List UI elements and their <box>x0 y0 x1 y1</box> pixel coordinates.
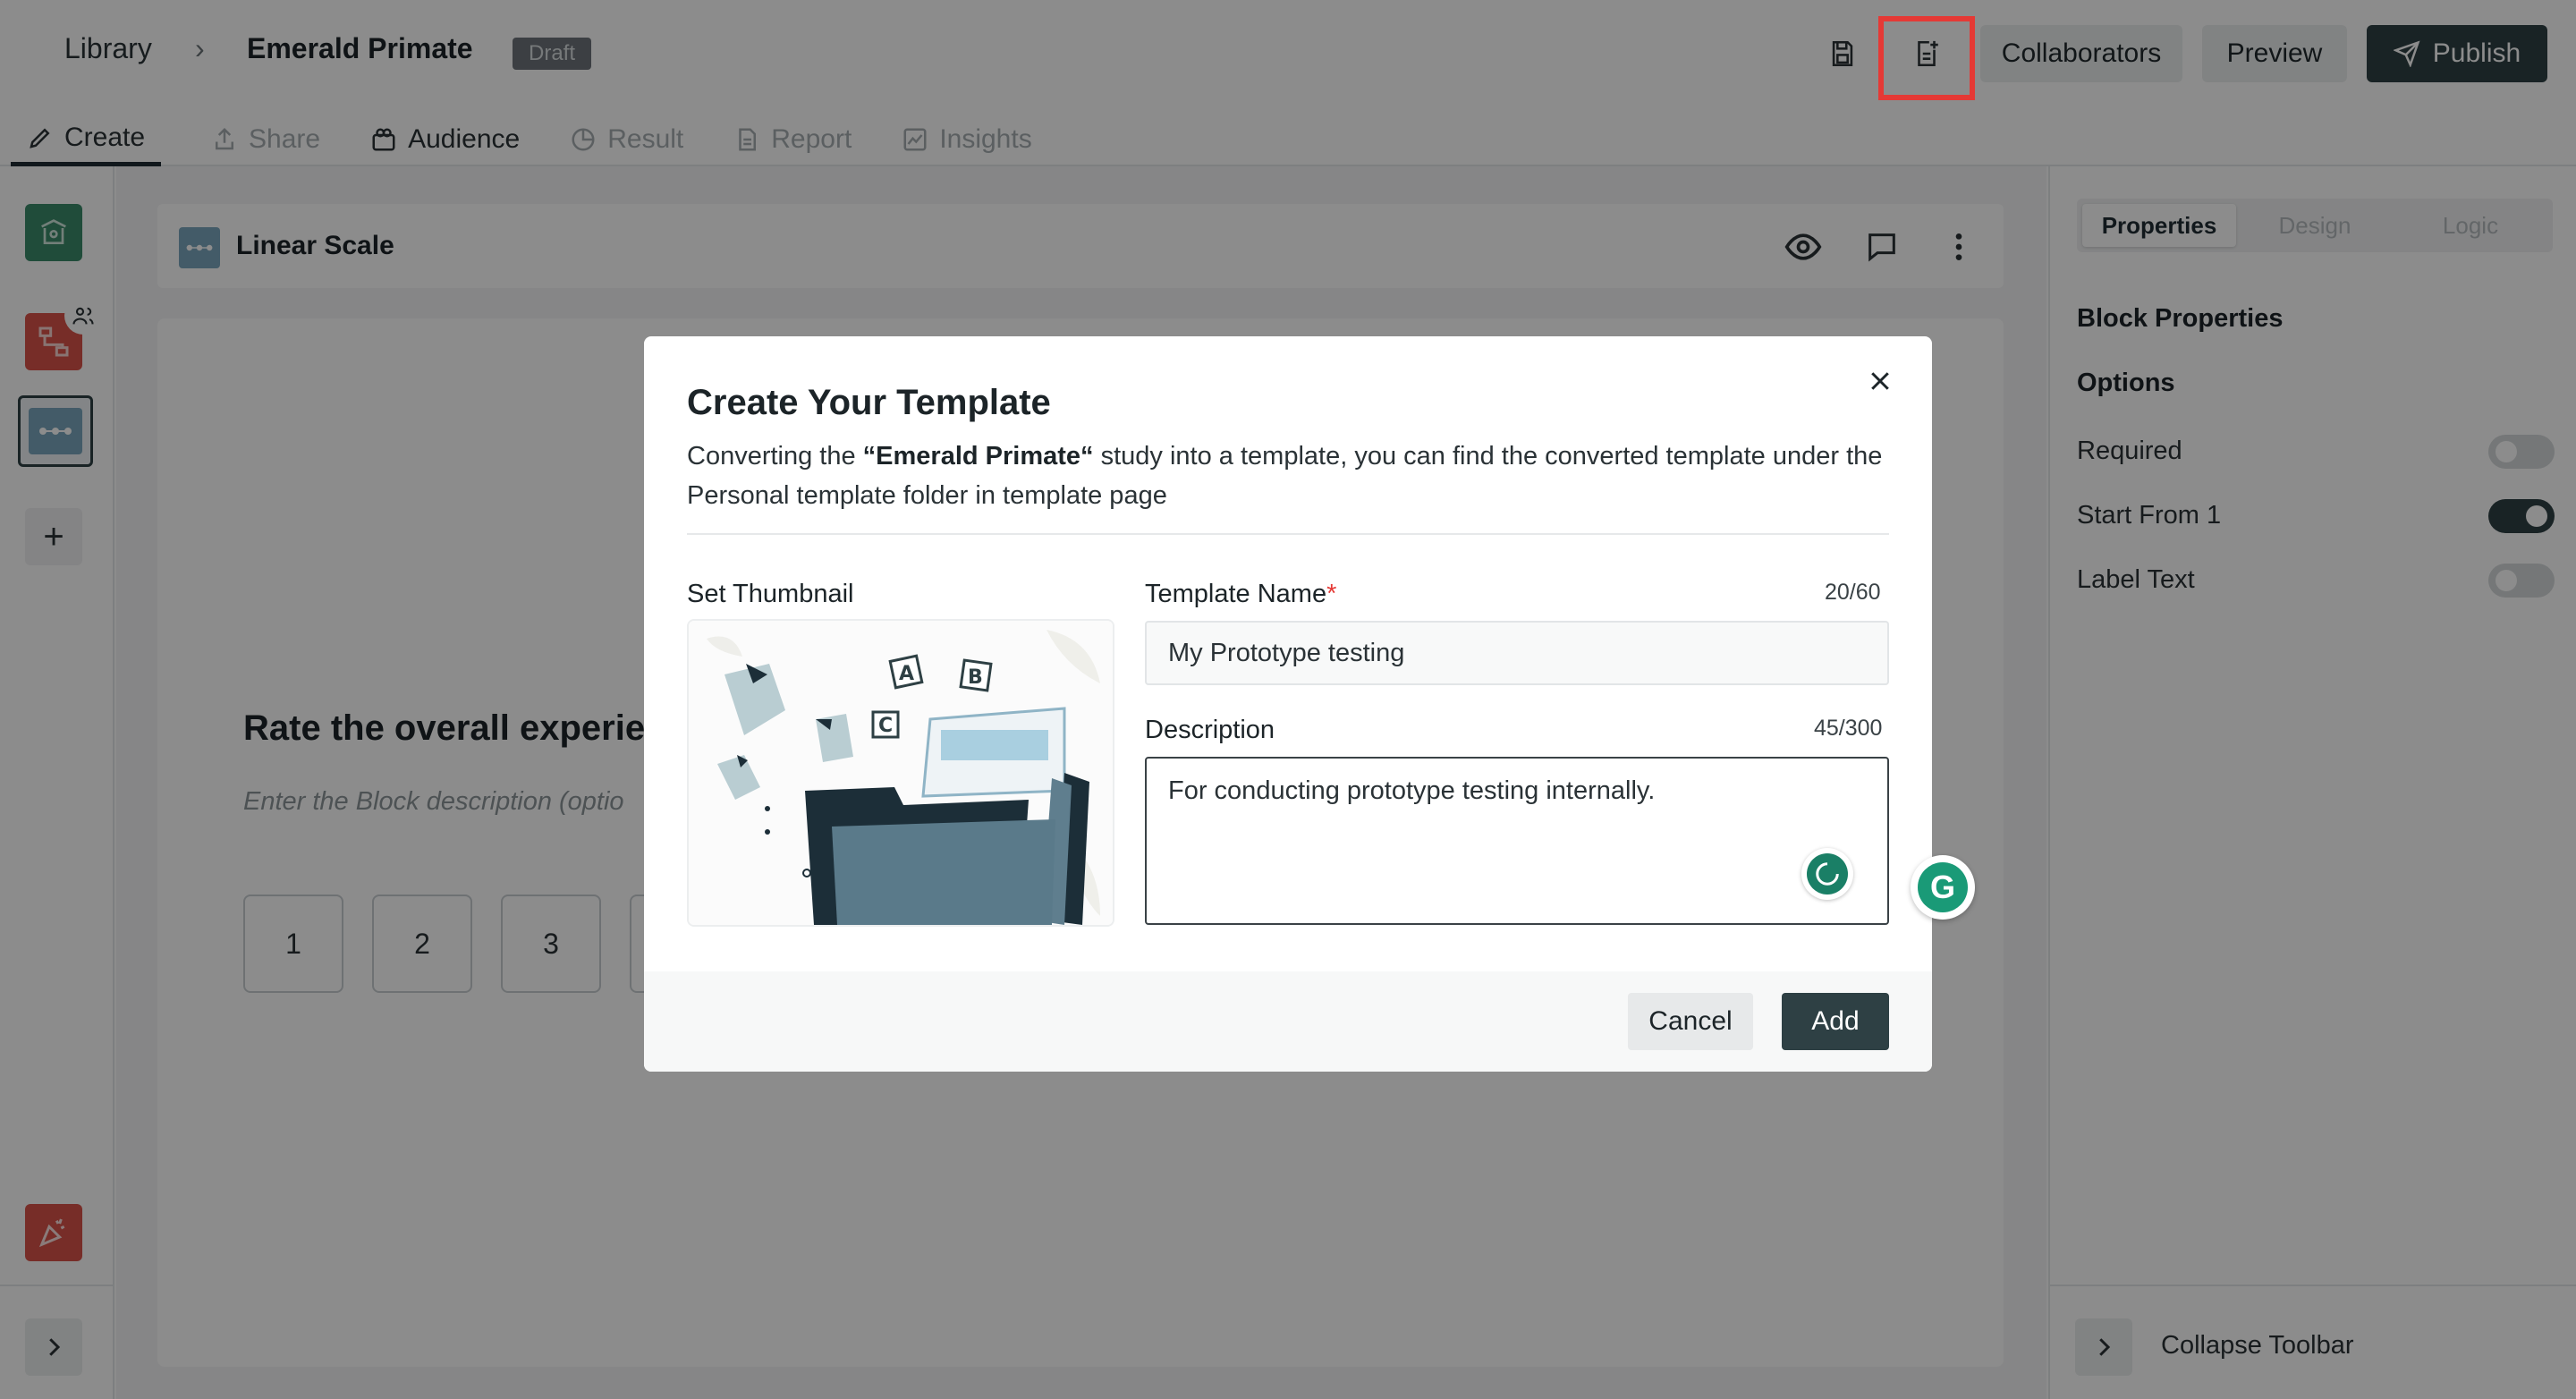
modal-title: Create Your Template <box>687 383 1051 422</box>
loading-spinner-icon <box>1807 853 1848 895</box>
modal-description: Converting the “Emerald Primate“ study i… <box>687 442 1883 510</box>
required-asterisk: * <box>1326 580 1337 608</box>
grammarly-icon: G <box>1918 862 1968 912</box>
grammarly-button[interactable]: G <box>1911 855 1975 920</box>
thumbnail-letter-c: C <box>878 715 893 737</box>
create-template-modal: Create Your Template Converting the “Eme… <box>644 336 1932 1072</box>
app-root: Library › Emerald Primate Draft Collabor… <box>0 0 2576 1399</box>
close-icon <box>1871 372 1889 390</box>
description-text: For conducting prototype testing interna… <box>1168 776 1656 805</box>
grammar-check-status <box>1801 848 1853 900</box>
close-modal-button[interactable] <box>1862 363 1898 399</box>
thumbnail-illustration: A B C <box>689 621 1113 925</box>
thumbnail-picker[interactable]: A B C <box>689 621 1113 925</box>
thumbnail-letter-b: B <box>968 666 983 689</box>
thumbnail-label: Set Thumbnail <box>687 580 854 608</box>
description-counter: 45/300 <box>1814 716 1883 741</box>
study-name-bold: “Emerald Primate“ <box>862 442 1094 471</box>
template-name-counter: 20/60 <box>1825 580 1881 605</box>
description-label: Description <box>1145 716 1275 744</box>
cancel-button[interactable]: Cancel <box>1628 993 1753 1050</box>
modal-divider <box>687 533 1889 535</box>
template-name-label: Template Name* <box>1145 580 1337 608</box>
thumbnail-letter-a: A <box>899 663 914 685</box>
description-textarea[interactable]: For conducting prototype testing interna… <box>1145 757 1889 925</box>
add-button[interactable]: Add <box>1782 993 1889 1050</box>
template-name-input[interactable]: My Prototype testing <box>1145 621 1889 685</box>
